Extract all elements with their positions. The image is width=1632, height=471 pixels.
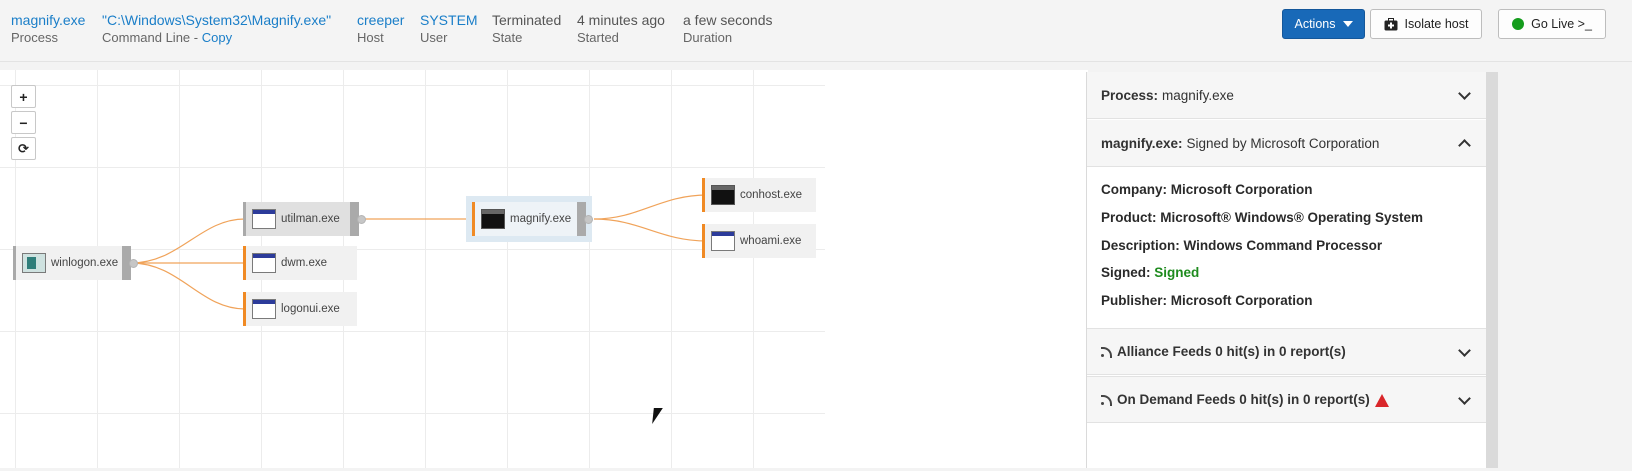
on-demand-feeds-label: On Demand Feeds 0 hit(s) in 0 report(s) [1117, 392, 1370, 407]
terminal-icon [711, 185, 735, 205]
edge-magnify-conhost [593, 194, 708, 220]
process-header: magnify.exe Process "C:\Windows\System32… [0, 0, 1632, 62]
node-bar [702, 178, 705, 212]
duration-meta: a few seconds Duration [683, 11, 773, 47]
go-live-label: Go Live >_ [1531, 17, 1592, 31]
command-line-label-text: Command Line - [102, 30, 202, 45]
expand-handle[interactable] [350, 202, 366, 236]
state-meta: Terminated State [492, 11, 561, 47]
started-label: Started [577, 30, 619, 45]
process-node-magnify[interactable]: magnify.exe [472, 202, 593, 236]
signature-section-header[interactable]: magnify.exe: Signed by Microsoft Corpora… [1087, 120, 1487, 167]
host-link[interactable]: creeper [357, 11, 404, 29]
signed-status: Signed [1154, 265, 1200, 280]
chevron-up-icon [1458, 139, 1471, 152]
node-label: winlogon.exe [51, 257, 119, 269]
node-bar [243, 246, 246, 280]
chevron-down-icon [1458, 392, 1471, 405]
host-label: Host [357, 30, 384, 45]
chevron-down-icon [1458, 344, 1471, 357]
node-bar [243, 202, 246, 236]
edge-winlogon-logonui [130, 262, 246, 310]
command-line-meta: "C:\Windows\System32\Magnify.exe" Comman… [102, 11, 331, 47]
signed-detail: Signed: Signed [1101, 265, 1199, 280]
node-label: dwm.exe [281, 257, 328, 269]
live-status-icon [1512, 18, 1525, 30]
process-detail-panel: Process: magnify.exe magnify.exe: Signed… [1086, 72, 1487, 468]
process-tree-graph[interactable]: + − ⟳ winlogon.exe utilman.exe dwm.exe l… [0, 70, 1088, 468]
signature-section-key: magnify.exe: [1101, 135, 1183, 151]
user-meta: SYSTEM User [420, 11, 478, 47]
copy-command-line-link[interactable]: Copy [202, 30, 232, 45]
isolate-host-label: Isolate host [1404, 17, 1469, 31]
process-section-header[interactable]: Process: magnify.exe [1087, 72, 1487, 119]
alliance-feeds-label: Alliance Feeds 0 hit(s) in 0 report(s) [1117, 344, 1346, 359]
rss-icon [1101, 346, 1112, 358]
state-label: State [492, 30, 523, 45]
winlogon-icon [22, 253, 46, 273]
isolate-host-button[interactable]: Isolate host [1370, 9, 1482, 39]
alliance-feeds-section[interactable]: Alliance Feeds 0 hit(s) in 0 report(s) [1087, 328, 1487, 375]
mouse-cursor-icon [652, 408, 663, 424]
panel-scrollbar[interactable] [1486, 72, 1498, 468]
warning-icon [1374, 394, 1389, 407]
publisher-detail: Publisher: Microsoft Corporation [1101, 293, 1313, 308]
expand-handle[interactable] [122, 246, 138, 280]
signed-key: Signed: [1101, 265, 1155, 280]
actions-label: Actions [1294, 17, 1336, 31]
node-label: whoami.exe [740, 235, 802, 247]
product-detail: Product: Microsoft® Windows® Operating S… [1101, 210, 1424, 225]
process-section-value: magnify.exe [1162, 87, 1234, 103]
signature-section-value: Signed by Microsoft Corporation [1186, 135, 1380, 151]
duration-value: a few seconds [683, 12, 773, 28]
host-meta: creeper Host [357, 11, 404, 47]
on-demand-feeds-section[interactable]: On Demand Feeds 0 hit(s) in 0 report(s) [1087, 376, 1487, 423]
window-icon [711, 231, 735, 251]
actions-button[interactable]: Actions [1282, 9, 1365, 39]
state-value: Terminated [492, 12, 562, 28]
process-node-logonui[interactable]: logonui.exe [243, 292, 357, 326]
command-line-label: Command Line - Copy [102, 29, 331, 47]
go-live-button[interactable]: Go Live >_ [1498, 9, 1606, 39]
terminal-icon [481, 209, 505, 229]
edge-magnify-whoami [593, 218, 708, 242]
process-section-key: Process: [1101, 87, 1159, 103]
node-label: utilman.exe [281, 213, 340, 225]
duration-label: Duration [683, 30, 733, 45]
node-label: conhost.exe [740, 189, 803, 201]
process-node-dwm[interactable]: dwm.exe [243, 246, 357, 280]
first-aid-kit-icon [1384, 17, 1398, 30]
node-bar [13, 246, 16, 280]
caret-down-icon [1342, 21, 1353, 27]
chevron-down-icon [1458, 87, 1471, 100]
edge-winlogon-utilman [130, 218, 246, 264]
started-meta: 4 minutes ago Started [577, 11, 665, 47]
node-bar [702, 224, 705, 258]
started-value: 4 minutes ago [577, 12, 665, 28]
process-meta: magnify.exe Process [11, 11, 85, 47]
node-bar [472, 202, 475, 236]
node-bar [243, 292, 246, 326]
company-detail: Company: Microsoft Corporation [1101, 182, 1313, 197]
window-icon [252, 253, 276, 273]
window-icon [252, 299, 276, 319]
process-name-link[interactable]: magnify.exe [11, 11, 85, 29]
user-label: User [420, 30, 448, 45]
process-node-magnify-selected[interactable]: magnify.exe [466, 196, 593, 242]
process-node-whoami[interactable]: whoami.exe [702, 224, 816, 258]
process-node-conhost[interactable]: conhost.exe [702, 178, 816, 212]
rss-icon [1101, 394, 1112, 406]
process-label: Process [11, 30, 58, 45]
node-label: magnify.exe [510, 213, 572, 225]
process-node-utilman[interactable]: utilman.exe [243, 202, 366, 236]
description-detail: Description: Windows Command Processor [1101, 238, 1383, 253]
node-label: logonui.exe [281, 303, 340, 315]
expand-handle[interactable] [577, 202, 593, 236]
process-node-winlogon[interactable]: winlogon.exe [13, 246, 138, 280]
window-icon [252, 209, 276, 229]
graph-blank-area [825, 70, 1088, 468]
command-line-value[interactable]: "C:\Windows\System32\Magnify.exe" [102, 11, 331, 29]
user-link[interactable]: SYSTEM [420, 11, 478, 29]
